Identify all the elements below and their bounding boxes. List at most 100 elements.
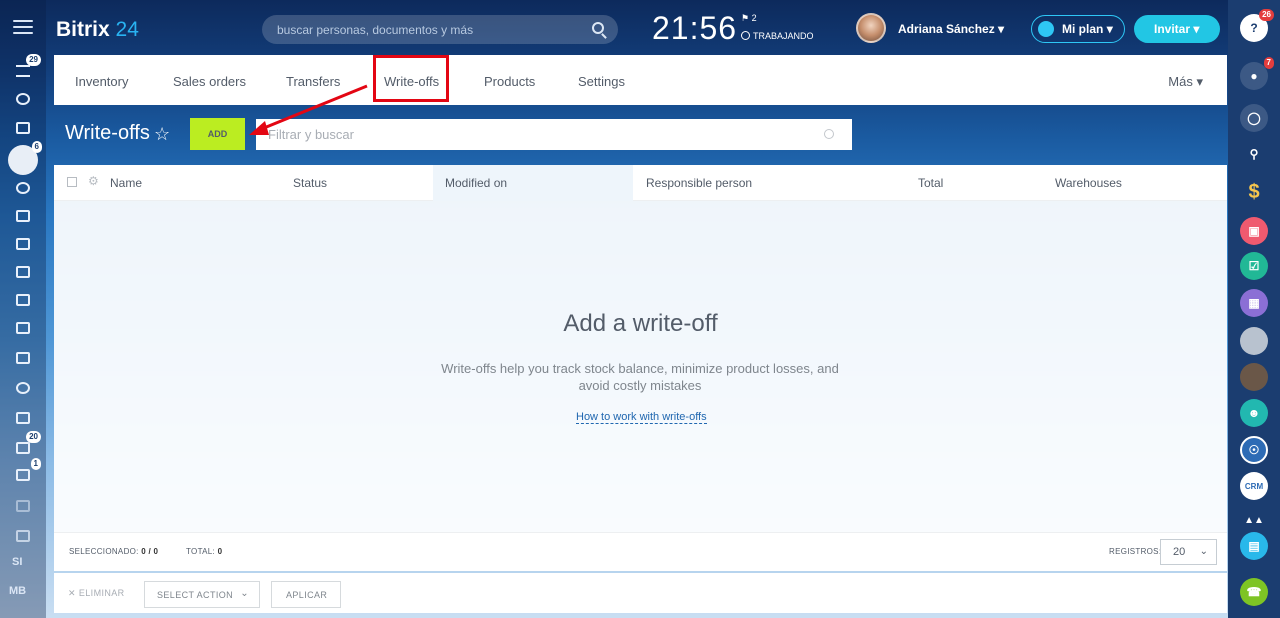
help-badge: 26 <box>1259 9 1274 21</box>
brand-name: Bitrix <box>56 18 110 41</box>
left-sidebar: 29 6 20 1 SI MB <box>0 0 46 618</box>
crm-label: CRM <box>1244 481 1264 491</box>
column-modified-on[interactable]: Modified on <box>445 176 507 190</box>
hamburger-menu-icon[interactable] <box>13 20 33 36</box>
contact-avatar-1[interactable] <box>1240 327 1268 355</box>
cart-badge: 6 <box>31 141 42 153</box>
tab-sales-orders[interactable]: Sales orders <box>173 74 246 89</box>
chevron-down-icon: ⌄ <box>240 588 249 599</box>
contact-avatar-2[interactable] <box>1240 363 1268 391</box>
column-total[interactable]: Total <box>918 176 943 190</box>
user-icon[interactable]: ☻ <box>1240 399 1268 427</box>
target-icon[interactable] <box>11 88 35 110</box>
column-status[interactable]: Status <box>293 176 327 190</box>
total-count: TOTAL: 0 <box>186 547 222 556</box>
user-name: Adriana Sánchez <box>898 22 995 36</box>
feed-badge: 29 <box>26 54 41 66</box>
star-icon[interactable]: ☆ <box>154 124 170 145</box>
invite-label: Invitar <box>1154 22 1191 36</box>
work-status[interactable]: TRABAJANDO <box>741 31 814 41</box>
select-action-label: SELECT ACTION <box>157 590 234 600</box>
invite-button[interactable]: Invitar ▾ <box>1134 15 1220 43</box>
help-icon[interactable]: ? 26 <box>1240 9 1274 42</box>
user-menu[interactable]: Adriana Sánchez ▾ <box>898 22 1004 36</box>
calendar-icon[interactable] <box>11 261 35 283</box>
cows-icon[interactable]: ▲▲ <box>1240 506 1268 534</box>
tab-settings[interactable]: Settings <box>578 74 625 89</box>
tasks-icon[interactable] <box>11 205 35 227</box>
brand-number: 24 <box>115 18 139 41</box>
tab-write-offs-label: Write-offs <box>384 74 440 89</box>
dollar-icon[interactable]: $ <box>1240 178 1268 206</box>
mail-icon[interactable] <box>11 347 35 369</box>
more-menu[interactable]: Más ▾ <box>1168 74 1203 90</box>
more-label: Más <box>1168 74 1193 89</box>
delete-button[interactable]: ✕ ELIMINAR <box>68 588 125 599</box>
chat-icon[interactable] <box>11 233 35 255</box>
sites-icon[interactable]: 1 <box>11 458 41 486</box>
gear-icon[interactable]: ⚙ <box>88 174 99 188</box>
chevron-down-icon: ⌄ <box>1199 546 1208 557</box>
selected-label: SELECCIONADO: <box>69 547 139 556</box>
flag-count[interactable]: ⚑ 2 <box>741 13 757 24</box>
add-button[interactable]: ADD <box>190 118 245 150</box>
records-per-page-select[interactable]: 20 ⌄ <box>1160 539 1217 565</box>
tab-inventory[interactable]: Inventory <box>75 74 128 89</box>
global-search-input[interactable]: buscar personas, documentos y más <box>262 15 618 44</box>
box-icon[interactable] <box>11 495 35 517</box>
contact-card-icon[interactable] <box>11 407 35 429</box>
bitrix-logo[interactable]: Bitrix 24 <box>56 18 139 42</box>
avatar[interactable] <box>856 13 886 43</box>
close-icon: ✕ <box>68 588 76 598</box>
chevron-down-icon: ▾ <box>998 22 1005 36</box>
group-icon[interactable] <box>11 177 35 199</box>
chevron-down-icon: ▾ <box>1193 22 1200 36</box>
grid-footer: SELECCIONADO: 0 / 0 TOTAL: 0 REGISTROS: … <box>54 532 1227 571</box>
checklist-badge: 20 <box>26 431 41 443</box>
calendar-app-icon[interactable]: ▦ <box>1240 289 1268 317</box>
group-chat-icon[interactable]: ☉ <box>1240 436 1268 464</box>
crm-icon[interactable]: CRM <box>1240 472 1268 500</box>
user-initials-si[interactable]: SI <box>12 556 22 568</box>
notifications-badge: 7 <box>1263 57 1274 69</box>
records-value: 20 <box>1173 546 1186 558</box>
select-all-checkbox[interactable] <box>67 177 77 187</box>
document-icon[interactable] <box>11 289 35 311</box>
box2-icon[interactable] <box>11 525 35 547</box>
apply-button[interactable]: APLICAR <box>271 581 341 608</box>
feed-icon[interactable]: 29 <box>11 54 41 82</box>
drive-icon[interactable] <box>11 317 35 339</box>
my-plan-button[interactable]: Mi plan ▾ <box>1031 15 1125 43</box>
pink-app-icon[interactable]: ▣ <box>1240 217 1268 245</box>
empty-state-title: Add a write-off <box>563 310 718 337</box>
column-name[interactable]: Name <box>110 176 142 190</box>
timeman-icon[interactable]: ▤ <box>1240 532 1268 560</box>
records-label: REGISTROS: <box>1109 547 1162 556</box>
phone-icon[interactable]: ☎ <box>1240 578 1268 606</box>
column-warehouses[interactable]: Warehouses <box>1055 176 1122 190</box>
window-icon[interactable] <box>11 117 35 139</box>
plan-label: Mi plan <box>1062 22 1104 36</box>
checklist-icon[interactable]: 20 <box>11 431 41 459</box>
column-responsible-person[interactable]: Responsible person <box>646 176 752 190</box>
search-icon[interactable] <box>824 129 834 139</box>
how-to-link[interactable]: How to work with write-offs <box>576 411 707 424</box>
search-icon[interactable] <box>592 22 604 34</box>
messenger-icon[interactable]: ◯ <box>1240 104 1268 132</box>
inventory-cart-icon[interactable]: 6 <box>8 141 42 175</box>
selected-count: SELECCIONADO: 0 / 0 <box>69 547 158 556</box>
notifications-bell-icon[interactable]: ● 7 <box>1240 57 1274 90</box>
rocket-icon <box>1038 21 1054 37</box>
annotation-arrow <box>249 84 368 135</box>
action-panel: ✕ ELIMINAR SELECT ACTION ⌄ APLICAR <box>54 573 1227 613</box>
search-icon[interactable]: ⚲ <box>1240 140 1268 168</box>
tab-write-offs[interactable]: Write-offs <box>373 55 449 102</box>
tasks-app-icon[interactable]: ☑ <box>1240 252 1268 280</box>
user-initials-mb[interactable]: MB <box>9 585 26 597</box>
employees-icon[interactable] <box>11 377 35 399</box>
clock[interactable]: 21:56 <box>652 10 737 47</box>
delete-label: ELIMINAR <box>78 588 125 598</box>
select-action-dropdown[interactable]: SELECT ACTION ⌄ <box>144 581 260 608</box>
tab-products[interactable]: Products <box>484 74 535 89</box>
total-label: TOTAL: <box>186 547 216 556</box>
